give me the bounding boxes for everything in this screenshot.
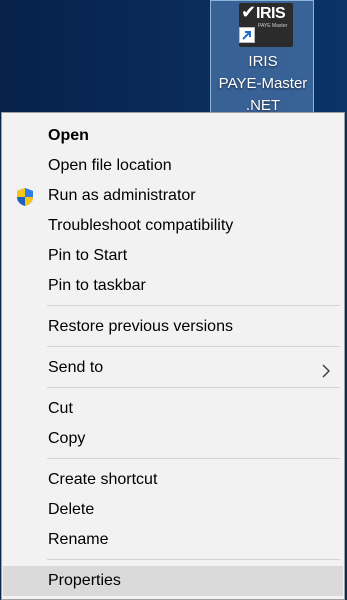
shortcut-label-line: IRIS <box>248 53 278 70</box>
shortcut-label: IRIS PAYE-Master .NET <box>211 51 315 117</box>
menu-item-label: Send to <box>48 359 104 376</box>
app-icon: ✔ IRIS PAYE Master <box>239 3 293 47</box>
menu-separator <box>47 458 340 459</box>
chevron-right-icon <box>321 360 331 378</box>
menu-item-label: Restore previous versions <box>48 318 233 335</box>
menu-item-label: Run as administrator <box>48 187 196 204</box>
desktop-background: ✔ IRIS PAYE Master IRIS PAYE-Master .NET <box>0 0 347 120</box>
menu-item-label: Open <box>48 127 89 144</box>
menu-item-label: Properties <box>48 572 121 589</box>
menu-separator <box>47 559 340 560</box>
menu-item-label: Delete <box>48 501 95 518</box>
menu-item-cut[interactable]: Cut <box>3 394 343 424</box>
menu-item-create-shortcut[interactable]: Create shortcut <box>3 465 343 495</box>
menu-item-rename[interactable]: Rename <box>3 525 343 555</box>
desktop-shortcut-iris-paye-master[interactable]: ✔ IRIS PAYE Master IRIS PAYE-Master .NET <box>210 0 314 118</box>
context-menu: Open Open file location Run as administr… <box>1 112 345 600</box>
check-mark-icon: ✔ <box>241 2 257 22</box>
menu-item-label: Troubleshoot compatibility <box>48 217 234 234</box>
menu-item-properties[interactable]: Properties <box>3 566 343 596</box>
menu-item-pin-to-taskbar[interactable]: Pin to taskbar <box>3 271 343 301</box>
menu-separator <box>47 305 340 306</box>
menu-item-label: Create shortcut <box>48 471 158 488</box>
menu-item-send-to[interactable]: Send to <box>3 353 343 383</box>
shortcut-label-line: PAYE-Master <box>218 75 308 92</box>
menu-item-label: Cut <box>48 400 73 417</box>
menu-item-pin-to-start[interactable]: Pin to Start <box>3 241 343 271</box>
menu-item-label: Rename <box>48 531 109 548</box>
menu-item-open[interactable]: Open <box>3 121 343 151</box>
menu-item-run-as-administrator[interactable]: Run as administrator <box>3 181 343 211</box>
menu-item-open-file-location[interactable]: Open file location <box>3 151 343 181</box>
uac-shield-icon <box>15 187 35 207</box>
icon-brand-text: IRIS <box>256 5 286 22</box>
menu-item-label: Pin to Start <box>48 247 128 264</box>
menu-item-label: Pin to taskbar <box>48 277 146 294</box>
menu-item-delete[interactable]: Delete <box>3 495 343 525</box>
shortcut-arrow-icon <box>239 27 255 43</box>
menu-item-copy[interactable]: Copy <box>3 424 343 454</box>
icon-subtext: PAYE Master <box>258 23 288 29</box>
menu-separator <box>47 387 340 388</box>
menu-item-label: Copy <box>48 430 86 447</box>
menu-separator <box>47 346 340 347</box>
menu-item-troubleshoot-compatibility[interactable]: Troubleshoot compatibility <box>3 211 343 241</box>
menu-item-restore-previous-versions[interactable]: Restore previous versions <box>3 312 343 342</box>
menu-item-label: Open file location <box>48 157 172 174</box>
